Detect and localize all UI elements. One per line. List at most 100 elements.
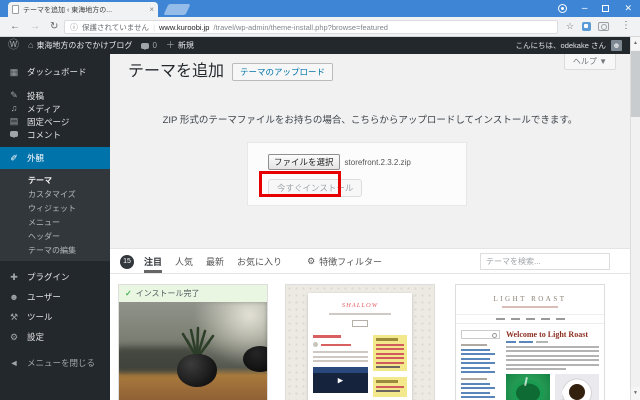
text-line <box>556 318 565 320</box>
theme-name: LIGHT ROAST <box>456 295 604 303</box>
home-icon: ⌂ <box>28 41 33 50</box>
filter-featured[interactable]: 注目 <box>144 249 162 273</box>
theme-card-shallow[interactable]: SHALLOW <box>285 284 435 400</box>
forward-icon[interactable]: → <box>30 21 40 33</box>
theme-card-twenty-seventeen[interactable]: ✓ インストール完了 TWENTY SEVENTEEN <box>118 284 268 400</box>
filter-popular[interactable]: 人気 <box>175 249 193 273</box>
window-minimize-button[interactable]: – <box>582 4 588 14</box>
wordpress-logo-icon[interactable]: Ⓦ <box>8 40 19 51</box>
window-maximize-button[interactable] <box>602 5 609 12</box>
url-bar[interactable]: ⓘ 保護されていません | www.kuroobi.jp /travel/wp-… <box>64 20 558 34</box>
steam-wisp <box>524 377 528 386</box>
sidebar-item-media[interactable]: ♫ メディア <box>0 102 110 115</box>
choose-file-button[interactable]: ファイルを選択 <box>268 154 340 170</box>
sidebar-item-plugins[interactable]: ✚ プラグイン <box>0 267 110 287</box>
text-line <box>502 306 558 308</box>
scrollbar[interactable]: ▲ ▼ <box>630 37 640 400</box>
post-meta-line <box>506 341 599 343</box>
nav-menu-placeholder <box>456 314 604 324</box>
sidebar-item-comments[interactable]: コメント <box>0 128 110 141</box>
sidebar-item-pages[interactable]: ▤ 固定ページ <box>0 115 110 128</box>
submenu-item-editor[interactable]: テーマの編集 <box>0 243 110 257</box>
scroll-up-icon[interactable]: ▲ <box>631 37 640 50</box>
bookmark-star-icon[interactable]: ☆ <box>566 21 574 32</box>
sidebar-item-tools[interactable]: ⚒ ツール <box>0 307 110 327</box>
filter-latest[interactable]: 最新 <box>206 249 224 273</box>
submenu-item-widgets[interactable]: ウィジェット <box>0 201 110 215</box>
theme-browser: ✓ インストール完了 TWENTY SEVENTEEN <box>110 274 630 400</box>
avatar <box>313 342 318 347</box>
upload-theme-button[interactable]: テーマのアップロード <box>232 63 333 81</box>
text-line <box>496 318 505 320</box>
comments-link[interactable]: 0 <box>141 41 156 50</box>
browser-toolbar: ← → ↻ ⓘ 保護されていません | www.kuroobi.jp /trav… <box>0 17 640 37</box>
camera-extension-icon[interactable] <box>598 22 609 31</box>
sidebar-item-posts[interactable]: ✎ 投稿 <box>0 89 110 102</box>
scrollbar-thumb[interactable] <box>631 51 640 117</box>
scroll-down-icon[interactable]: ▼ <box>631 387 640 400</box>
avatar[interactable]: ☻ <box>611 40 622 51</box>
page-favicon-icon <box>12 5 19 14</box>
submenu-item-themes[interactable]: テーマ <box>0 173 110 187</box>
security-label: 保護されていません <box>82 22 149 33</box>
installed-notice: ✓ インストール完了 <box>119 285 267 302</box>
comments-icon <box>8 130 20 139</box>
back-icon[interactable]: ← <box>10 21 20 33</box>
text-line <box>506 359 599 361</box>
sidebar-item-appearance[interactable]: ✐ 外観 <box>0 147 110 169</box>
browser-menu-icon[interactable]: ⋮ <box>621 20 631 31</box>
comment-count: 0 <box>152 41 156 50</box>
posts-icon: ✎ <box>8 91 20 100</box>
text-line <box>506 346 599 348</box>
green-coffee-photo <box>506 374 550 400</box>
sidebar-item-label: 固定ページ <box>27 116 69 128</box>
theme-screenshot-twenty-seventeen: TWENTY SEVENTEEN <box>119 302 267 400</box>
theme-screenshot-shallow: SHALLOW <box>286 285 434 400</box>
browser-tab[interactable]: テーマを追加 ‹ 東海地方の... × <box>8 2 158 17</box>
url-host: www.kuroobi.jp <box>159 23 209 32</box>
text-line <box>461 367 490 369</box>
theme-search-input[interactable] <box>480 253 610 270</box>
theme-card-light-roast[interactable]: LIGHT ROAST Welcome to Light Roast <box>455 284 605 400</box>
submenu-item-menus[interactable]: メニュー <box>0 215 110 229</box>
url-path: /travel/wp-admin/theme-install.php?brows… <box>213 23 387 32</box>
theme-filter-bar: 15 注目 人気 最新 お気に入り ⚙ 特徴フィルター <box>110 248 630 274</box>
submenu-item-customize[interactable]: カスタマイズ <box>0 187 110 201</box>
text-line <box>321 344 351 346</box>
text-line <box>511 318 520 320</box>
url-separator: | <box>153 23 155 32</box>
help-button[interactable]: ヘルプ ▼ <box>564 54 616 70</box>
filter-favorites[interactable]: お気に入り <box>237 249 282 273</box>
tab-close-icon[interactable]: × <box>149 6 154 14</box>
dashboard-icon: ▦ <box>8 68 20 77</box>
sidebar-item-collapse-menu[interactable]: ◄ メニューを閉じる <box>0 353 110 373</box>
new-content-link[interactable]: ＋ 新規 <box>166 40 194 51</box>
sidebar-item-users[interactable]: ☻ ユーザー <box>0 287 110 307</box>
feature-filter-button[interactable]: ⚙ 特徴フィルター <box>307 249 382 273</box>
text-line <box>461 371 495 373</box>
new-tab-button[interactable] <box>163 4 190 15</box>
browser-window: テーマを追加 ‹ 東海地方の... × – ✕ ← → ↻ ⓘ 保護されていませ… <box>0 0 640 400</box>
info-icon[interactable]: ⓘ <box>70 22 78 33</box>
greeting-text[interactable]: こんにちは、odekake さん <box>516 40 606 51</box>
video-titlebar <box>313 367 368 373</box>
pages-icon: ▤ <box>8 117 20 126</box>
site-name-link[interactable]: ⌂ 東海地方のおでかけブログ <box>28 40 132 51</box>
search-box-placeholder <box>461 330 500 339</box>
text-line <box>506 350 599 352</box>
sidebar-item-settings[interactable]: ⚙ 設定 <box>0 327 110 347</box>
upload-description: ZIP 形式のテーマファイルをお持ちの場合、こちらからアップロードしてインストー… <box>110 112 630 126</box>
browser-profile-icon[interactable] <box>558 4 567 13</box>
reload-icon[interactable]: ↻ <box>50 21 58 33</box>
extension-icon[interactable] <box>582 22 591 31</box>
theme-count-badge: 15 <box>120 255 134 269</box>
button-placeholder <box>352 320 368 327</box>
sidebar-item-dashboard[interactable]: ▦ ダッシュボード <box>0 62 110 82</box>
sidebar-item-label: 投稿 <box>27 90 44 102</box>
submenu-item-header[interactable]: ヘッダー <box>0 229 110 243</box>
window-close-button[interactable]: ✕ <box>624 4 632 13</box>
text-line <box>376 366 400 368</box>
media-icon: ♫ <box>8 104 20 113</box>
text-line <box>461 392 490 394</box>
text-line <box>376 344 404 346</box>
